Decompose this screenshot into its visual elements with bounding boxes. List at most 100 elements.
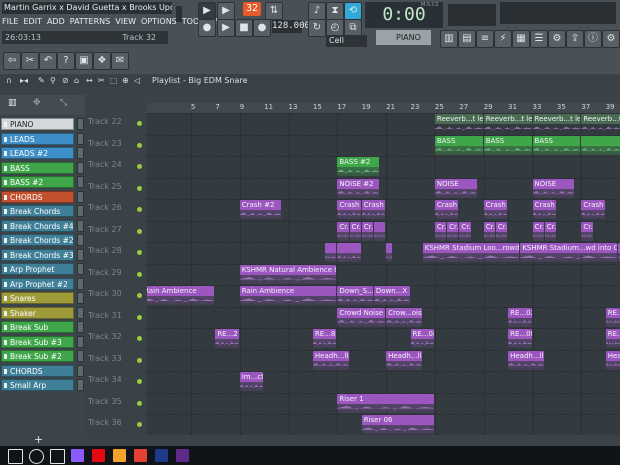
playlist-clip[interactable]: Cr...ts — [544, 221, 556, 241]
clip-header[interactable]: Crash — [434, 200, 459, 210]
mute-icon[interactable]: ⌂ — [74, 75, 79, 87]
clip-header[interactable]: KSHMR Natural Ambience 04 - Ocean — [239, 264, 337, 275]
playlist-clip[interactable]: Down_S...FX 04 — [337, 286, 373, 305]
clip-header[interactable]: KSHMR Stadium...wd into Claps — [520, 243, 617, 253]
menu-item-add[interactable]: ADD — [47, 15, 65, 29]
track-label[interactable]: Track 26 — [88, 203, 138, 212]
playlist-clip[interactable]: KSHMR Stadium...wd into Claps — [520, 243, 617, 262]
channel-led-icon[interactable] — [4, 209, 7, 214]
slip-icon[interactable]: ↔ — [86, 75, 93, 87]
channel-15[interactable]: Break Sub #3 — [1, 335, 74, 348]
playlist-clip[interactable]: Cr...ts — [459, 221, 471, 241]
playlist-clip[interactable]: Reeverb...t level — [532, 114, 581, 133]
cut-icon[interactable]: ✂ — [21, 52, 39, 70]
playlist-clip[interactable]: Crash — [337, 200, 361, 219]
channel-led-icon[interactable] — [4, 223, 7, 229]
menu-item-file[interactable]: FILE — [2, 15, 18, 29]
render-icon[interactable]: ⇪ — [566, 30, 584, 48]
track-enable-icon[interactable] — [137, 336, 142, 341]
browser-icon[interactable]: ≡ — [476, 30, 494, 48]
export-icon[interactable]: ⇦ — [3, 52, 21, 70]
playlist-clip[interactable]: Crowd Noise — [337, 307, 386, 327]
clip-header[interactable]: Crowd Noise — [337, 307, 386, 318]
channel-volume[interactable] — [77, 321, 84, 333]
channel-led-icon[interactable] — [4, 383, 7, 388]
playlist-clip[interactable]: Riser 1 — [337, 393, 434, 413]
channel-led-icon[interactable] — [4, 267, 7, 272]
select-icon[interactable]: ⬚ — [110, 75, 118, 87]
clip-header[interactable]: Riser 06 — [361, 415, 434, 425]
channel-led-icon[interactable] — [4, 310, 7, 316]
playlist-clip[interactable]: KSHMR Natural Ambience 04 - Ocean — [239, 264, 337, 284]
clip-header[interactable]: Crow...oise — [386, 307, 422, 318]
track-label[interactable]: Track 36 — [88, 418, 138, 427]
clip-header[interactable] — [337, 243, 361, 253]
clip-header[interactable]: Crash — [483, 200, 508, 210]
track-label[interactable]: Track 33 — [88, 354, 138, 363]
clip-header[interactable] — [581, 135, 620, 146]
playlist-clip[interactable]: Headh...llp — [605, 350, 620, 370]
pattern-arrows-icon[interactable]: ⇅ — [265, 2, 283, 20]
channel-volume[interactable] — [77, 292, 84, 304]
playlist-clip[interactable] — [581, 135, 620, 155]
premiere-icon[interactable] — [176, 449, 189, 462]
channel-volume[interactable] — [77, 205, 84, 217]
playlist-clip[interactable]: Crash — [483, 200, 508, 219]
track-label[interactable]: Track 25 — [88, 182, 138, 191]
pattern-mode-icon[interactable]: ● — [198, 19, 216, 37]
channel-volume[interactable] — [77, 176, 84, 188]
clip-header[interactable]: Down...X 04 — [373, 286, 410, 296]
play-button[interactable]: ▶ — [217, 2, 235, 20]
playlist-clip[interactable] — [373, 221, 386, 241]
clip-header[interactable]: Reeverb...t level — [434, 114, 483, 124]
channel-led-icon[interactable] — [4, 194, 7, 200]
channel-led-icon[interactable] — [4, 180, 7, 185]
playlist-clip[interactable]: Im...ct — [239, 372, 264, 391]
playlist-clip[interactable]: BASS #2 — [337, 157, 379, 176]
record-button[interactable]: ● — [253, 19, 271, 37]
clip-header[interactable]: Cr...ts — [581, 221, 593, 232]
snap-icon[interactable]: ⟲ — [344, 2, 362, 20]
channel-4[interactable]: BASS #2 — [1, 176, 74, 188]
info-icon[interactable]: ⓘ — [584, 30, 602, 48]
channel-18[interactable]: Small Arp — [1, 379, 74, 391]
clip-header[interactable]: RE...02 — [508, 307, 532, 318]
clip-header[interactable]: NOISE #2 — [337, 178, 379, 189]
clip-header[interactable]: Crash — [337, 200, 361, 210]
channel-1[interactable]: LEADS — [1, 132, 74, 145]
channel-17[interactable]: CHORDS — [1, 364, 74, 377]
clip-header[interactable]: NOISE — [434, 178, 477, 189]
wait-icon[interactable]: ⧗ — [326, 2, 344, 20]
paint-icon[interactable]: ⚲ — [50, 75, 56, 87]
timeline-ruler[interactable]: 57911131517192123252729313335373941 — [147, 103, 620, 113]
clip-header[interactable]: Headh...llp — [605, 350, 620, 361]
clip-header[interactable]: Cr...ts — [434, 221, 447, 232]
clip-header[interactable]: Cr...ts — [459, 221, 471, 232]
draw-icon[interactable]: ✎ — [38, 75, 45, 87]
playlist-clip[interactable]: Cr...ts — [483, 221, 495, 241]
track-label[interactable]: Track 35 — [88, 397, 138, 406]
clip-header[interactable]: Riser 1 — [337, 393, 434, 404]
channel-16[interactable]: Break Sub #2 — [1, 350, 74, 362]
add-channel-icon[interactable]: + — [34, 434, 44, 445]
menu-item-view[interactable]: VIEW — [115, 15, 136, 29]
playlist-clip[interactable]: Crash — [434, 200, 459, 219]
photoshop-icon[interactable] — [155, 449, 168, 462]
clip-header[interactable]: RE...8 — [312, 329, 337, 339]
clip-header[interactable]: Cr...ts — [544, 221, 556, 232]
piano-keys-icon[interactable]: ▥ — [8, 98, 17, 108]
channel-7[interactable]: Break Chords #4 — [1, 219, 74, 232]
plugin-icon[interactable]: ❖ — [93, 52, 111, 70]
playlist-clip[interactable]: Cr...ts — [349, 221, 361, 241]
channel-led-icon[interactable] — [4, 122, 7, 127]
track-enable-icon[interactable] — [137, 142, 142, 148]
tools-icon[interactable]: ⚙ — [548, 30, 566, 48]
playlist-grid[interactable]: Reeverb...t levelReeverb...t levelReever… — [147, 113, 620, 435]
clip-header[interactable]: RE...08 — [605, 329, 620, 339]
channel-led-icon[interactable] — [4, 325, 7, 330]
channel-6[interactable]: Break Chords — [1, 205, 74, 217]
channel-led-icon[interactable] — [4, 165, 7, 171]
track-label[interactable]: Track 23 — [88, 139, 138, 148]
channel-led-icon[interactable] — [4, 339, 7, 345]
track-enable-icon[interactable] — [137, 250, 142, 255]
